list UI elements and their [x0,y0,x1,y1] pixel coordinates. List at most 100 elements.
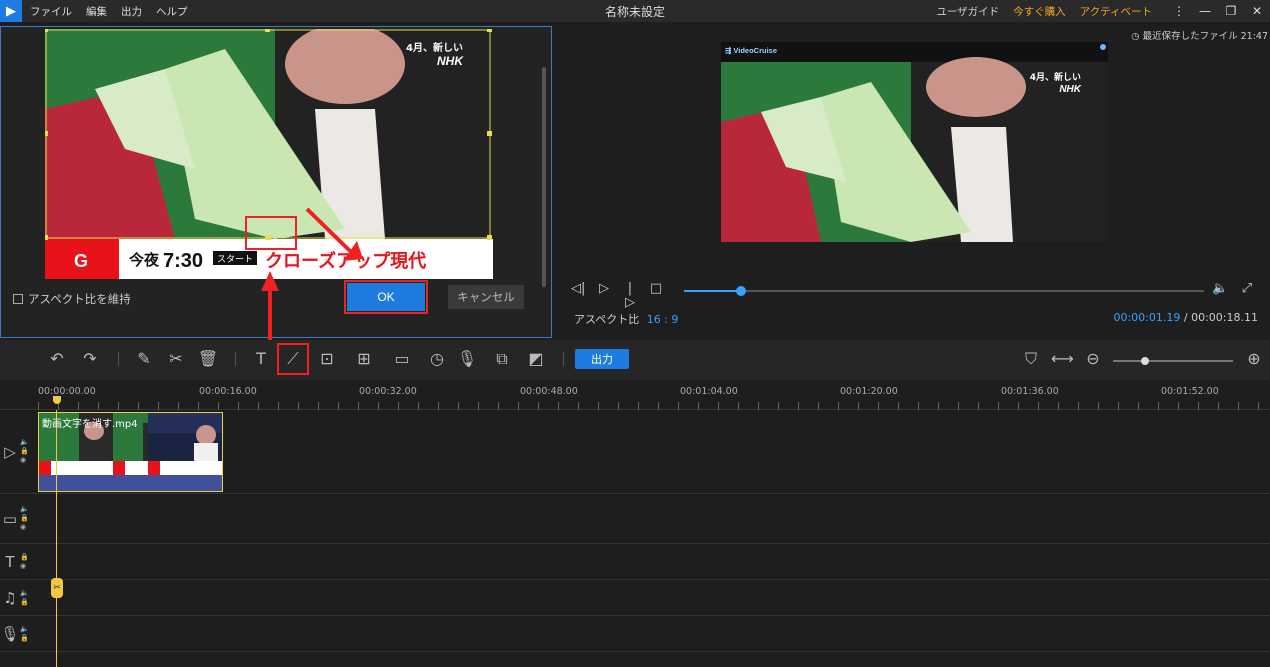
undo-icon[interactable]: ↶ [46,348,68,370]
seek-bar[interactable] [684,286,1204,296]
total-time: 00:00:18.11 [1191,311,1258,324]
fullscreen-icon[interactable]: ⤢ [1240,282,1254,296]
pip-track-header: ▭ 🔈 🔒 ◉ [0,494,36,543]
mute-icon[interactable]: 🔈 [20,589,29,598]
marker-icon[interactable]: ⛉ [1020,348,1042,370]
restore-icon[interactable]: ❐ [1218,4,1244,18]
lock-icon[interactable]: 🔒 [20,598,29,607]
timeline-ruler[interactable]: 00:00:00.00 00:00:16.00 00:00:32.00 00:0… [0,380,1270,410]
activate-link[interactable]: アクティベート [1080,4,1152,19]
ruler-label: 00:00:16.00 [199,386,257,397]
ruler-label: 00:01:04.00 [680,386,738,397]
visibility-icon[interactable]: ◉ [20,523,29,532]
current-time: 00:00:01.19 [1113,311,1181,324]
lock-icon[interactable]: 🔒 [20,514,29,523]
delete-trash-icon[interactable]: 🗑 [197,348,219,370]
crop-handle-bottom[interactable] [265,235,271,240]
edit-toolbar: ↶ ↷ ✎ ✂ 🗑 T ⟋ ⊡ ⊞ ▭ ◷ 🎙 ⧉ ◩ 出力 ⛉ ⟷ ⊖ ⊕ [0,340,1270,380]
annotation-arrow-up [261,271,279,345]
pip-track-icon: ▭ [2,509,18,528]
zoom-slider[interactable] [1113,357,1233,365]
mute-icon[interactable]: 🔈 [20,625,29,634]
seek-handle[interactable] [736,286,747,296]
mosaic-icon[interactable]: ⊞ [353,348,375,370]
playhead-handle[interactable] [53,396,61,404]
menu-help[interactable]: ヘルプ [156,4,188,19]
crop-panel: G 今夜 7:30 スタート クローズアップ現代 4月、新しい NHK アスペク… [0,26,552,345]
title-bar: ▶ ファイル 編集 出力 ヘルプ 名称未設定 ユーザガイド 今すぐ購入 アクティ… [0,0,1270,22]
time-separator: / [1183,311,1188,324]
mute-icon[interactable]: 🔈 [20,438,29,447]
voiceover-track-header: 🎙 🔈 🔒 [0,616,36,651]
volume-icon[interactable]: 🔈 [1212,282,1228,296]
music-track-header: ♫ 🔈 🔒 [0,580,36,615]
mute-icon[interactable]: 🔈 [20,505,29,514]
prev-frame-icon[interactable]: ◁| [571,282,585,296]
zoom-out-icon[interactable]: ⊖ [1082,348,1104,370]
crop-program-title: クローズアップ現代 [265,250,426,272]
buy-now-link[interactable]: 今すぐ購入 [1013,4,1066,19]
fit-timeline-icon[interactable]: ⟷ [1051,348,1074,370]
seek-progress [684,290,742,292]
export-button[interactable]: 出力 [575,349,629,369]
crop-handle-br[interactable] [487,235,492,240]
pip-track[interactable]: ▭ 🔈 🔒 ◉ [0,494,1270,544]
text-track-icon: T [5,552,15,571]
ok-button[interactable]: OK [344,280,428,314]
timecode: 00:00:01.19 / 00:00:18.11 [1113,311,1258,324]
edit-pencil-icon[interactable]: ✎ [133,348,155,370]
duration-clock-icon[interactable]: ◷ [426,348,448,370]
toolbar-divider [235,352,236,366]
ruler-label: 00:01:36.00 [1001,386,1059,397]
keep-aspect-row[interactable]: アスペクト比を維持 [13,291,131,307]
lock-icon[interactable]: 🔒 [20,447,29,456]
screen-record-icon[interactable]: ⧉ [491,348,513,370]
playhead-scissors-icon[interactable]: ✂ [51,578,63,598]
visibility-icon[interactable]: ◉ [20,562,29,571]
lock-icon[interactable]: 🔒 [20,553,29,562]
crop-handle-bl[interactable] [45,235,48,240]
stop-icon[interactable]: □ [649,282,663,296]
zoom-slider-handle[interactable] [1141,357,1149,365]
zoom-in-icon[interactable]: ⊕ [1243,348,1265,370]
crop-start-label: スタート [217,254,253,265]
voiceover-mic-icon[interactable]: 🎙 [456,348,478,370]
playhead-line[interactable] [56,410,57,667]
play-icon[interactable]: ▷ [597,282,611,296]
crop-time-prefix: 今夜 [128,251,160,269]
view-controls: 🔈 ⤢ [1212,282,1254,296]
text-icon[interactable]: T [250,348,272,370]
crop-icon[interactable]: ⟋ [277,343,309,375]
close-icon[interactable]: ✕ [1244,4,1270,18]
aspect-ratio-display[interactable]: アスペクト比 16 : 9 [574,311,678,327]
text-track[interactable]: T 🔒 ◉ [0,544,1270,580]
crop-video-image: G 今夜 7:30 スタート クローズアップ現代 4月、新しい NHK [45,29,493,279]
split-scissors-icon[interactable]: ✂ [165,348,187,370]
video-track[interactable]: ▷ 🔈 🔒 ◉ 動画文字を消す.mp4 [0,410,1270,494]
music-track[interactable]: ♫ 🔈 🔒 [0,580,1270,616]
crop-badge-line2: NHK [437,54,464,68]
pip-icon[interactable]: ▭ [391,348,413,370]
menu-file[interactable]: ファイル [30,4,72,19]
ruler-label: 00:00:48.00 [520,386,578,397]
minimize-icon[interactable]: — [1192,4,1218,18]
cancel-button[interactable]: キャンセル [448,285,524,309]
freeze-frame-icon[interactable]: ◩ [525,348,547,370]
crop-video-frame: G 今夜 7:30 スタート クローズアップ現代 4月、新しい NHK [45,29,493,279]
watermark-text: VideoCruise [733,46,778,55]
next-frame-icon[interactable]: |▷ [623,282,637,310]
video-clip[interactable]: 動画文字を消す.mp4 [38,412,223,492]
keep-aspect-checkbox[interactable] [13,294,23,304]
user-guide-link[interactable]: ユーザガイド [936,4,999,19]
zoom-frame-icon[interactable]: ⊡ [316,348,338,370]
menu-export[interactable]: 出力 [121,4,142,19]
redo-icon[interactable]: ↷ [79,348,101,370]
watermark-logo: ⇶ VideoCruise [725,46,778,55]
menu-edit[interactable]: 編集 [86,4,107,19]
crop-scrollbar[interactable] [542,67,546,287]
ruler-label: 00:00:00.00 [38,386,96,397]
lock-icon[interactable]: 🔒 [20,634,29,643]
more-menu-icon[interactable]: ⋮ [1166,4,1192,18]
voiceover-track[interactable]: 🎙 🔈 🔒 [0,616,1270,652]
visibility-icon[interactable]: ◉ [20,456,29,465]
